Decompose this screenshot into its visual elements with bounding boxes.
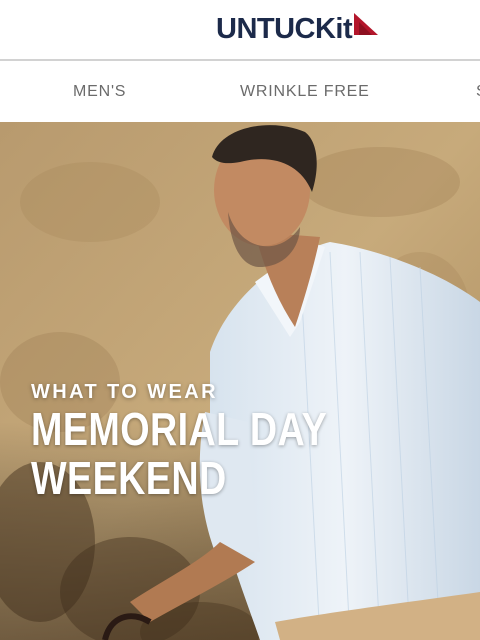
hero-headline: WHAT TO WEAR MEMORIAL DAY WEEKEND (31, 380, 392, 502)
logo-triangle-icon (354, 13, 379, 40)
logo-wordmark: UNTUCKit (216, 13, 353, 45)
nav-item-partial[interactable]: S (476, 83, 480, 101)
hero-title-line1: MEMORIAL DAY (31, 403, 328, 455)
nav-item-mens[interactable]: MEN'S (73, 83, 126, 101)
hero-kicker: WHAT TO WEAR (31, 381, 218, 403)
hero-banner[interactable]: WHAT TO WEAR MEMORIAL DAY WEEKEND (0, 122, 480, 640)
hero-title-line2: WEEKEND (31, 452, 227, 504)
nav-item-wrinkle-free[interactable]: WRINKLE FREE (240, 83, 370, 101)
site-header: UNTUCKit (0, 0, 480, 61)
untuckit-logo[interactable]: UNTUCKit (216, 11, 379, 45)
category-nav: MEN'S WRINKLE FREE S (0, 61, 480, 122)
